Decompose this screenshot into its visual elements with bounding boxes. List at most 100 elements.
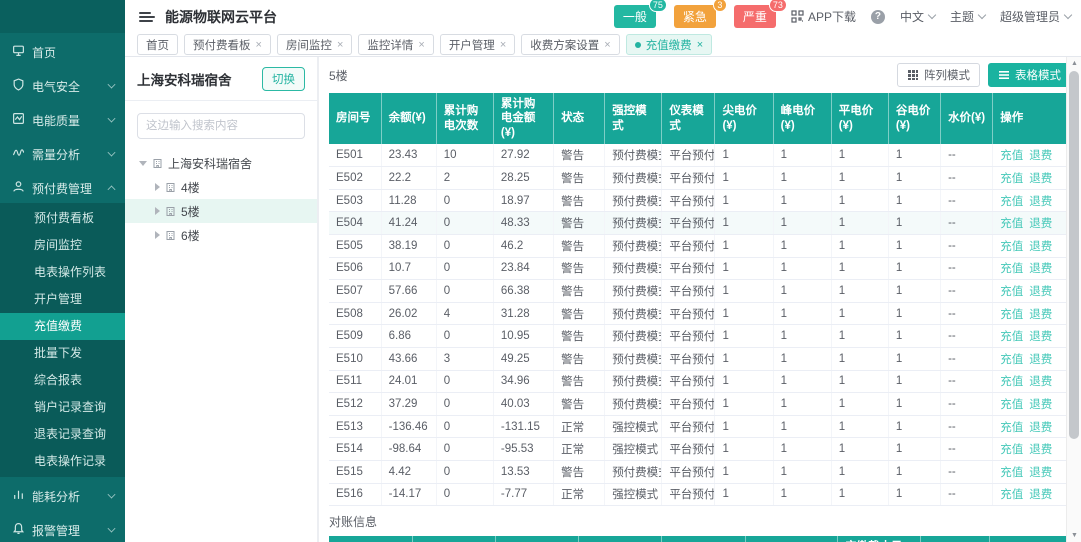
refund-link[interactable]: 退费 — [1029, 444, 1052, 456]
app-download-link[interactable]: APP下载 — [791, 8, 856, 25]
refund-link[interactable]: 退费 — [1029, 422, 1052, 434]
sidebar-item-1[interactable]: 电气安全 — [0, 71, 125, 101]
room-cell: -- — [941, 438, 993, 461]
refund-link[interactable]: 退费 — [1029, 376, 1052, 388]
refund-link[interactable]: 退费 — [1029, 218, 1052, 230]
tree-search-input[interactable] — [137, 113, 305, 139]
recharge-link[interactable]: 充值 — [1000, 331, 1023, 343]
tab-5[interactable]: 收费方案设置× — [521, 34, 619, 55]
close-icon[interactable]: × — [604, 39, 610, 51]
sidebar-subitem[interactable]: 电表操作记录 — [0, 448, 125, 475]
recharge-link[interactable]: 充值 — [1000, 376, 1023, 388]
help-icon[interactable]: ? — [871, 10, 885, 24]
vertical-scrollbar[interactable]: ▲ ▼ — [1066, 57, 1081, 542]
room-cell: 46.2 — [493, 235, 553, 258]
refund-link[interactable]: 退费 — [1029, 241, 1052, 253]
close-icon[interactable]: × — [418, 39, 424, 51]
recharge-link[interactable]: 充值 — [1000, 241, 1023, 253]
scroll-up-icon[interactable]: ▲ — [1067, 57, 1081, 70]
tree-root-node[interactable]: 上海安科瑞宿舍 — [125, 151, 317, 175]
tree-floor-node[interactable]: 5楼 — [125, 199, 317, 223]
scrollbar-thumb[interactable] — [1069, 71, 1079, 439]
sidebar-item-6[interactable]: 报警管理 — [0, 515, 125, 542]
room-cell: 平台预付费 — [662, 280, 715, 303]
recharge-link[interactable]: 充值 — [1000, 444, 1023, 456]
room-cell: 预付费模式 — [605, 280, 662, 303]
sidebar-item-2[interactable]: 电能质量 — [0, 105, 125, 135]
sidebar-subitem[interactable]: 房间监控 — [0, 232, 125, 259]
tab-3[interactable]: 监控详情× — [358, 34, 433, 55]
room-actions-cell: 充值退费 — [993, 483, 1071, 506]
view-mode-button-0[interactable]: 阵列模式 — [897, 63, 980, 87]
tab-6[interactable]: 充值缴费× — [626, 34, 712, 55]
alarm-badge-urgent[interactable]: 紧急3 — [674, 5, 716, 28]
room-cell: 1 — [888, 212, 940, 235]
room-cell: 预付费模式 — [605, 235, 662, 258]
recharge-link[interactable]: 充值 — [1000, 309, 1023, 321]
user-menu[interactable]: 超级管理员 — [1000, 8, 1071, 25]
sidebar-item-4[interactable]: 预付费管理 — [0, 173, 125, 203]
switch-building-button[interactable]: 切换 — [262, 67, 305, 91]
sidebar-subitem[interactable]: 批量下发 — [0, 340, 125, 367]
recharge-link[interactable]: 充值 — [1000, 150, 1023, 162]
recharge-link[interactable]: 充值 — [1000, 489, 1023, 501]
recharge-link[interactable]: 充值 — [1000, 173, 1023, 185]
tab-2[interactable]: 房间监控× — [277, 34, 352, 55]
sidebar-subitem[interactable]: 退表记录查询 — [0, 421, 125, 448]
recharge-link[interactable]: 充值 — [1000, 399, 1023, 411]
sidebar-subitem[interactable]: 充值缴费 — [0, 313, 125, 340]
sidebar-item-0[interactable]: 首页 — [0, 37, 125, 67]
refund-link[interactable]: 退费 — [1029, 309, 1052, 321]
sidebar-item-3[interactable]: 需量分析 — [0, 139, 125, 169]
room-row-E510: E51043.66349.25警告预付费模式平台预付费1111--充值退费 — [329, 347, 1071, 370]
scroll-down-icon[interactable]: ▼ — [1067, 529, 1081, 542]
close-icon[interactable]: × — [500, 39, 506, 51]
room-cell: 1 — [773, 212, 831, 235]
room-cell: 0 — [436, 438, 493, 461]
alarm-badge-general[interactable]: 一般75 — [614, 5, 656, 28]
recharge-link[interactable]: 充值 — [1000, 218, 1023, 230]
tab-0[interactable]: 首页 — [137, 34, 178, 55]
refund-link[interactable]: 退费 — [1029, 263, 1052, 275]
sidebar-subitem[interactable]: 预付费看板 — [0, 205, 125, 232]
recharge-link[interactable]: 充值 — [1000, 286, 1023, 298]
refund-link[interactable]: 退费 — [1029, 286, 1052, 298]
room-cell: 1 — [831, 370, 888, 393]
view-mode-button-1[interactable]: 表格模式 — [988, 63, 1071, 87]
room-cell: 1 — [715, 325, 773, 348]
billing-column-header: 应缴截止日期 — [837, 536, 920, 542]
recharge-link[interactable]: 充值 — [1000, 263, 1023, 275]
recharge-link[interactable]: 充值 — [1000, 467, 1023, 479]
close-icon[interactable]: × — [337, 39, 343, 51]
menu-collapse-icon[interactable] — [139, 10, 155, 24]
refund-link[interactable]: 退费 — [1029, 399, 1052, 411]
language-select[interactable]: 中文 — [900, 8, 935, 25]
refund-link[interactable]: 退费 — [1029, 331, 1052, 343]
room-row-E501: E50123.431027.92警告预付费模式平台预付费1111--充值退费 — [329, 144, 1071, 167]
refund-link[interactable]: 退费 — [1029, 173, 1052, 185]
refund-link[interactable]: 退费 — [1029, 150, 1052, 162]
refund-link[interactable]: 退费 — [1029, 489, 1052, 501]
theme-select[interactable]: 主题 — [950, 8, 985, 25]
tab-1[interactable]: 预付费看板× — [184, 34, 271, 55]
sidebar-subitem[interactable]: 综合报表 — [0, 367, 125, 394]
recharge-link[interactable]: 充值 — [1000, 422, 1023, 434]
recharge-link[interactable]: 充值 — [1000, 354, 1023, 366]
tree-floor-node[interactable]: 4楼 — [125, 175, 317, 199]
refund-link[interactable]: 退费 — [1029, 354, 1052, 366]
close-icon[interactable]: × — [256, 39, 262, 51]
room-cell: 1 — [831, 167, 888, 190]
sidebar-subitem[interactable]: 电表操作列表 — [0, 259, 125, 286]
chevron-down-icon — [928, 11, 936, 19]
recharge-link[interactable]: 充值 — [1000, 196, 1023, 208]
tab-4[interactable]: 开户管理× — [440, 34, 515, 55]
refund-link[interactable]: 退费 — [1029, 467, 1052, 479]
close-icon[interactable]: × — [697, 39, 703, 51]
sidebar-subitem[interactable]: 开户管理 — [0, 286, 125, 313]
room-row-E504: E50441.24048.33警告预付费模式平台预付费1111--充值退费 — [329, 212, 1071, 235]
tree-floor-node[interactable]: 6楼 — [125, 223, 317, 247]
sidebar-item-5[interactable]: 能耗分析 — [0, 481, 125, 511]
refund-link[interactable]: 退费 — [1029, 196, 1052, 208]
sidebar-subitem[interactable]: 销户记录查询 — [0, 394, 125, 421]
alarm-badge-severe[interactable]: 严重73 — [734, 5, 776, 28]
